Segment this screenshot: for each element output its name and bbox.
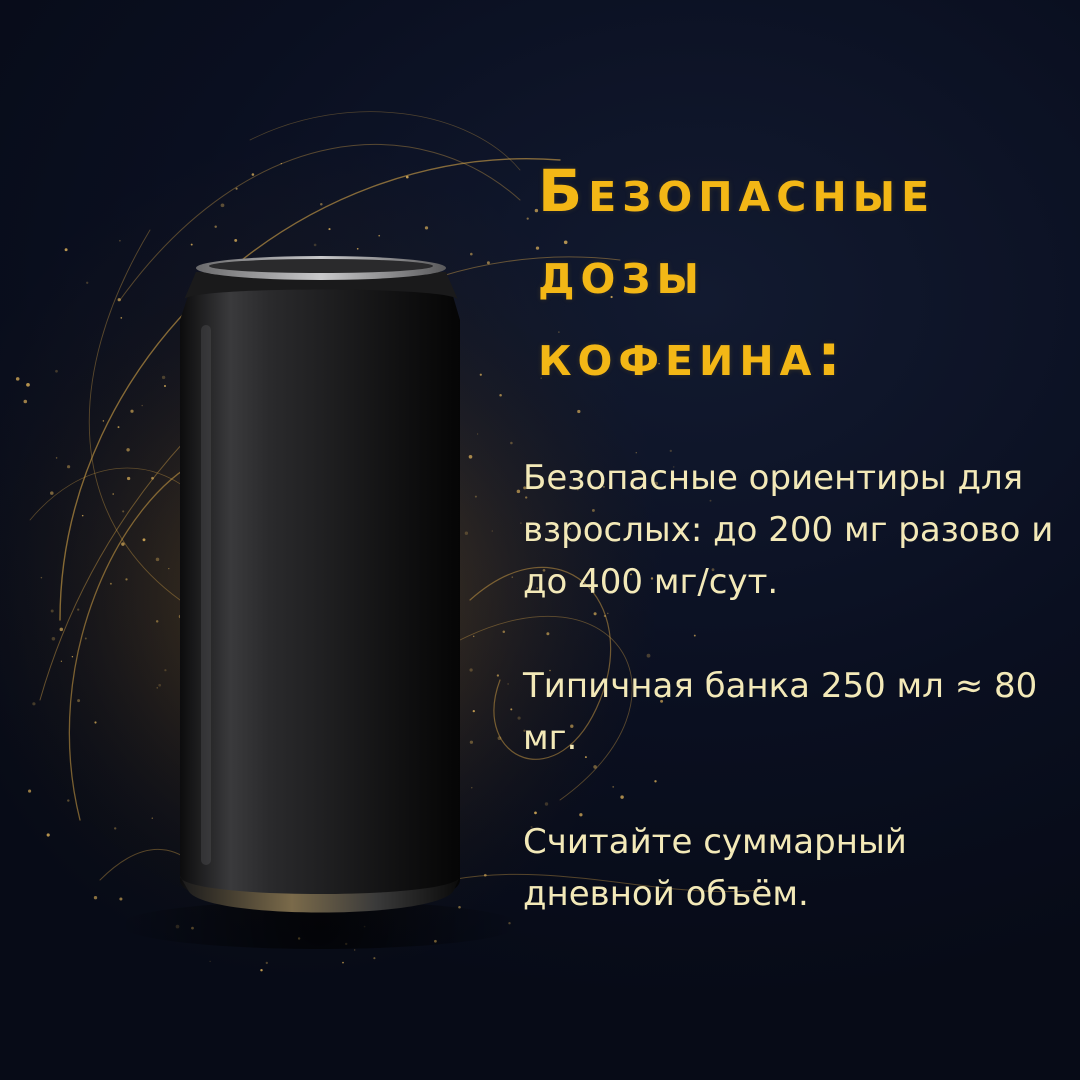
paragraph-typical-can: Типичная банка 250 мл ≈ 80 мг. (523, 666, 1038, 758)
headline: Безопасные дозы кофеина: (538, 150, 1068, 396)
body-text: Безопасные ориентиры для взрослых: до 20… (523, 452, 1068, 920)
paragraph-daily-total: Считайте суммарный дневной объём. (523, 822, 907, 914)
headline-line-2: дозы (538, 239, 705, 307)
poster: Безопасные дозы кофеина: Безопасные орие… (0, 0, 1080, 1080)
headline-line-1: Безопасные (538, 157, 936, 225)
headline-line-3: кофеина: (538, 321, 847, 389)
paragraph-dose-guidelines: Безопасные ориентиры для взрослых: до 20… (523, 458, 1054, 602)
